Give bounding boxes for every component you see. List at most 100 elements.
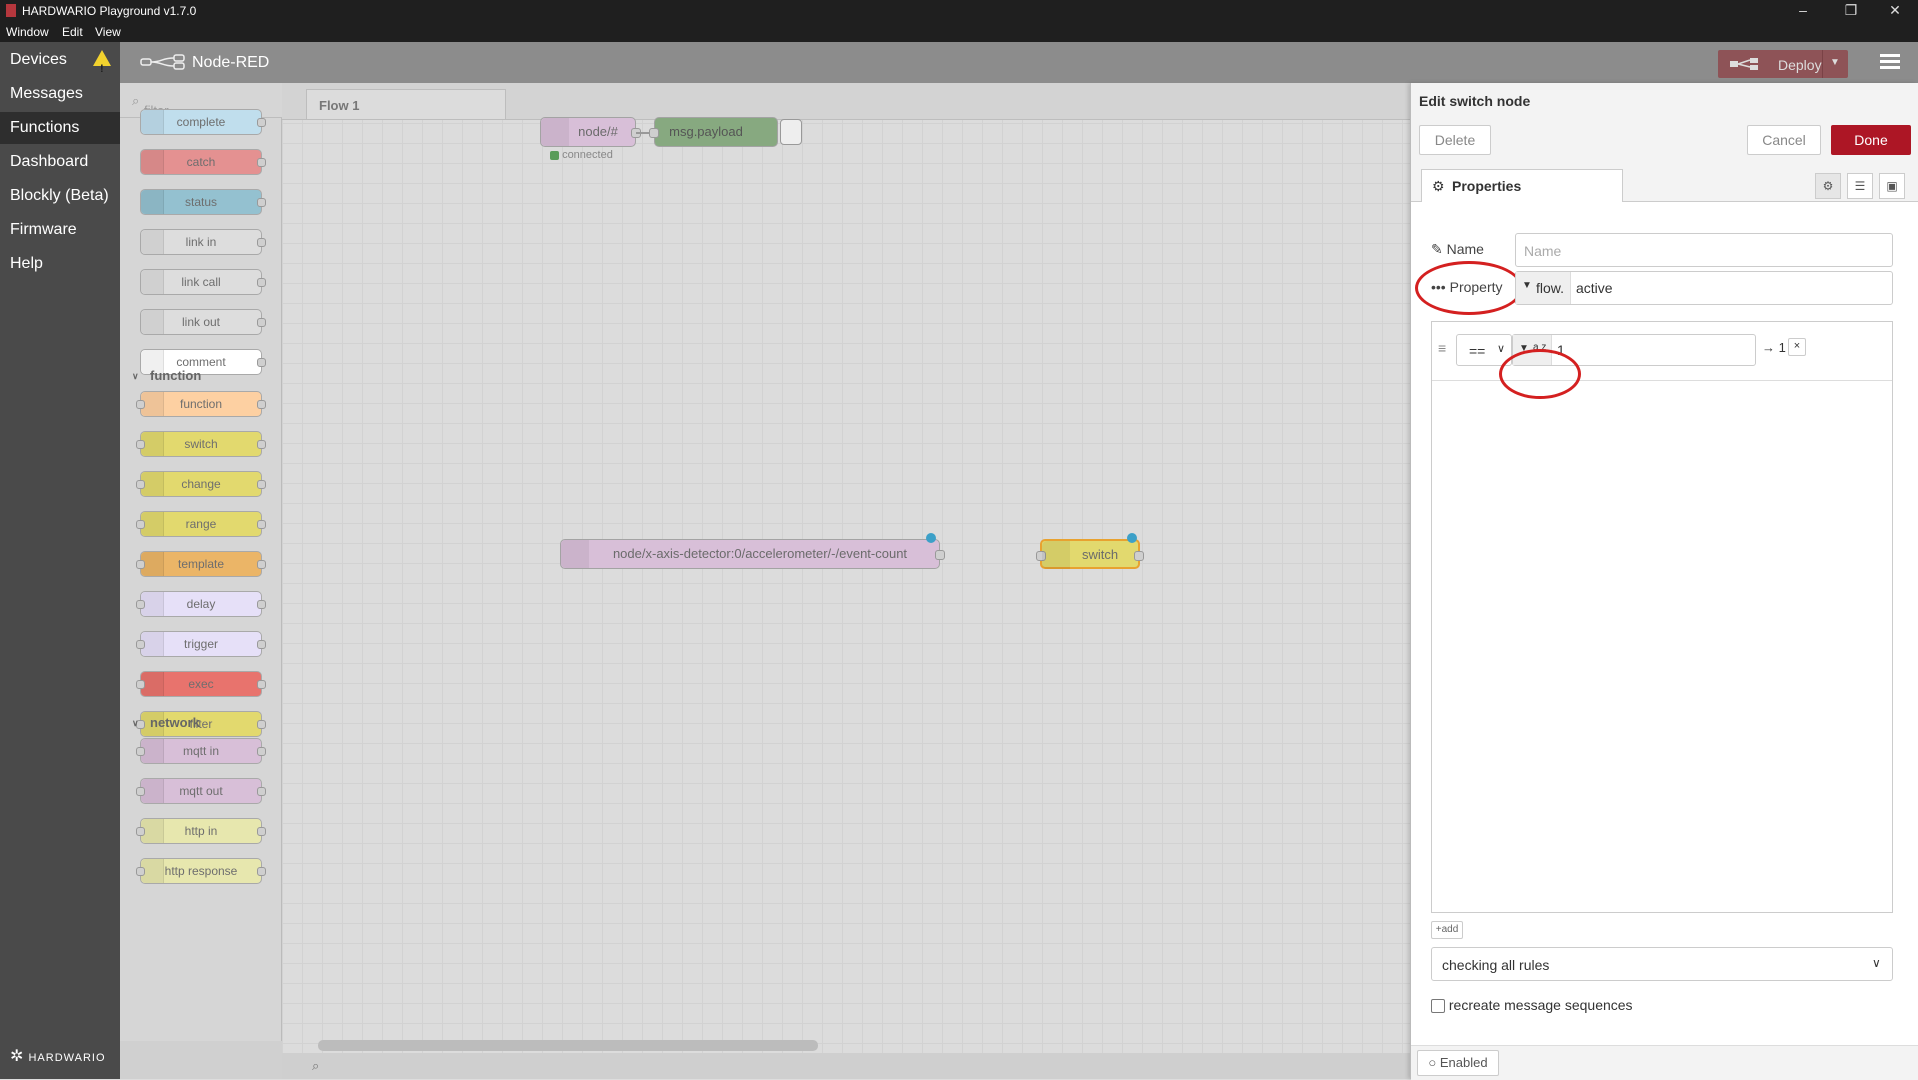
palette-node-label: exec: [188, 677, 214, 691]
property-input[interactable]: ▼ flow. active: [1515, 271, 1893, 305]
palette-node-range[interactable]: range: [136, 511, 266, 537]
nav-firmware[interactable]: Firmware: [0, 214, 120, 246]
palette-node-label: delay: [186, 597, 216, 611]
output-port[interactable]: [935, 550, 945, 560]
deploy-separator: [1822, 50, 1823, 78]
mqtt-icon: [541, 118, 569, 146]
rules-list: ≡ == ∨ ▼ a z 1 → 1 ×: [1431, 321, 1893, 913]
palette-node-label: template: [177, 557, 225, 571]
debug-node[interactable]: msg.payload: [649, 117, 778, 147]
recreate-checkbox[interactable]: [1431, 999, 1445, 1014]
recreate-sequences-option: recreate message sequences: [1431, 997, 1633, 1014]
palette-node-switch[interactable]: switch: [136, 431, 266, 457]
palette-node-trigger[interactable]: trigger: [136, 631, 266, 657]
changed-indicator: [1127, 533, 1137, 543]
drag-handle-icon[interactable]: ≡: [1438, 340, 1446, 356]
tab-flow-1[interactable]: Flow 1: [306, 89, 506, 119]
status-dot-icon: [550, 150, 559, 160]
nav-devices[interactable]: Devices !: [0, 44, 120, 76]
palette-node-exec[interactable]: exec: [136, 671, 266, 697]
output-port: [257, 680, 266, 689]
palette-footer: [120, 1041, 282, 1079]
nav-functions[interactable]: Functions: [0, 112, 120, 144]
done-button[interactable]: Done: [1831, 125, 1911, 155]
switch-node[interactable]: switch: [1036, 539, 1144, 569]
name-input[interactable]: Name: [1515, 233, 1893, 267]
nav-blockly[interactable]: Blockly (Beta): [0, 180, 120, 212]
output-port: [257, 238, 266, 247]
caret-down-icon[interactable]: ▼: [1830, 57, 1840, 68]
menu-view[interactable]: View: [95, 25, 121, 39]
input-port[interactable]: [649, 128, 659, 138]
mqtt-topic-node[interactable]: node/x-axis-detector:0/accelerometer/-/e…: [560, 539, 945, 569]
mqtt-in-node[interactable]: node/#: [540, 117, 641, 147]
add-rule-button[interactable]: +add: [1431, 921, 1463, 939]
maximize-icon[interactable]: ❐: [1841, 2, 1861, 19]
nav-dashboard[interactable]: Dashboard: [0, 146, 120, 178]
palette-node-label: catch: [186, 155, 216, 169]
tab-properties[interactable]: ⚙ Properties: [1421, 169, 1623, 202]
tray-toolbar: Delete Cancel Done: [1411, 119, 1918, 162]
tray-title: Edit switch node: [1419, 93, 1531, 109]
palette-node-status[interactable]: status: [140, 189, 266, 215]
output-port: [257, 600, 266, 609]
menu-edit[interactable]: Edit: [62, 25, 83, 39]
output-port: [257, 118, 266, 127]
appearance-icon[interactable]: ▣: [1879, 173, 1905, 199]
input-port: [136, 747, 145, 756]
nav-help[interactable]: Help: [0, 248, 120, 280]
flow-workspace[interactable]: Flow 1 node/# connected msg.payload node…: [282, 83, 1410, 1079]
palette-node-mqtt-in[interactable]: mqtt in: [136, 738, 266, 764]
palette-node-link-in[interactable]: link in: [140, 229, 266, 255]
node-status: connected: [550, 149, 613, 161]
mode-select[interactable]: checking all rules ∨: [1431, 947, 1893, 981]
palette-node-link-out[interactable]: link out: [140, 309, 266, 335]
nav-devices-label: Devices: [10, 51, 67, 68]
output-port[interactable]: [1134, 551, 1144, 561]
changed-indicator: [926, 533, 936, 543]
palette-node-link-call[interactable]: link call: [140, 269, 266, 295]
category-function[interactable]: ∨ function: [120, 362, 282, 390]
node-type-icon: [141, 150, 164, 174]
palette-node-label: function: [179, 397, 223, 411]
window-title-bar: HARDWARIO Playground v1.7.0 – ❐ ✕: [0, 0, 1918, 22]
nav-messages[interactable]: Messages: [0, 78, 120, 110]
workspace-scrollbar[interactable]: [318, 1040, 818, 1051]
node-red-header: Node-RED Deploy ▼: [120, 42, 1918, 83]
palette-node-mqtt-out[interactable]: mqtt out: [136, 778, 266, 804]
palette-node-complete[interactable]: complete: [140, 109, 266, 135]
chevron-down-icon: ∨: [1872, 956, 1881, 970]
close-icon[interactable]: ✕: [1885, 2, 1905, 19]
search-icon[interactable]: ⌕: [312, 1058, 319, 1074]
palette-node-template[interactable]: template: [136, 551, 266, 577]
debug-toggle-button[interactable]: [780, 119, 802, 145]
description-icon[interactable]: ☰: [1847, 173, 1873, 199]
settings-gear-icon[interactable]: ⚙: [1815, 173, 1841, 199]
highlight-circle-value: [1499, 349, 1581, 399]
minimize-icon[interactable]: –: [1793, 2, 1813, 18]
property-type-selector[interactable]: ▼ flow.: [1516, 272, 1571, 304]
input-port: [136, 827, 145, 836]
menu-window[interactable]: Window: [6, 25, 49, 39]
palette-node-catch[interactable]: catch: [140, 149, 266, 175]
cancel-button[interactable]: Cancel: [1747, 125, 1821, 155]
output-port: [257, 158, 266, 167]
delete-button[interactable]: Delete: [1419, 125, 1491, 155]
palette-node-http-in[interactable]: http in: [136, 818, 266, 844]
palette-node-label: link out: [181, 315, 221, 329]
menu-icon[interactable]: [1880, 54, 1900, 70]
palette-node-http-response[interactable]: http response: [136, 858, 266, 884]
enabled-toggle[interactable]: ○ Enabled: [1417, 1050, 1499, 1076]
app-logo-icon: [6, 4, 16, 17]
remove-rule-button[interactable]: ×: [1788, 338, 1806, 356]
palette-node-function[interactable]: function: [136, 391, 266, 417]
input-port: [136, 440, 145, 449]
palette-node-delay[interactable]: delay: [136, 591, 266, 617]
output-port: [257, 640, 266, 649]
chevron-down-icon: ∨: [132, 371, 139, 381]
output-port: [257, 747, 266, 756]
deploy-label: Deploy: [1778, 57, 1822, 73]
palette-node-change[interactable]: change: [136, 471, 266, 497]
deploy-button[interactable]: Deploy ▼: [1718, 50, 1848, 78]
category-network[interactable]: ∨ network: [120, 709, 282, 737]
